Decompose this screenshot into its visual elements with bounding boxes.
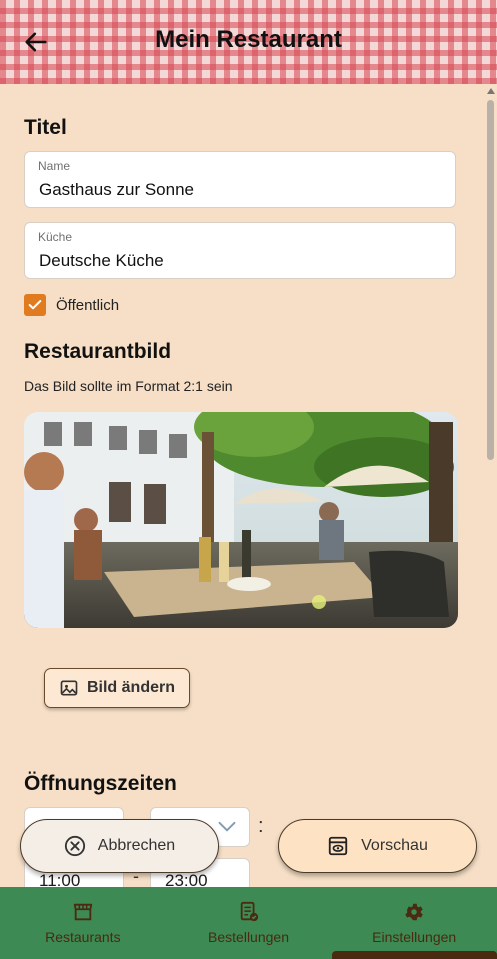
orders-icon	[240, 901, 258, 922]
public-checkbox-label: Öffentlich	[56, 296, 120, 314]
bottom-navigation: Restaurants Bestellungen Einstellungen	[0, 887, 497, 959]
name-field-label: Name	[38, 159, 71, 173]
section-title-restaurantbild: Restaurantbild	[24, 340, 172, 363]
nav-label-einstellungen: Einstellungen	[372, 929, 457, 945]
app-header: Mein Restaurant	[0, 0, 497, 84]
cancel-circle-icon	[64, 835, 85, 857]
name-field-value[interactable]: Gasthaus zur Sonne	[39, 180, 194, 200]
image-format-hint: Das Bild sollte im Format 2:1 sein	[24, 378, 233, 394]
public-checkbox-row[interactable]: Öffentlich	[24, 294, 119, 316]
nav-item-restaurants[interactable]: Restaurants	[0, 887, 166, 959]
public-checkbox[interactable]	[24, 294, 46, 316]
image-icon	[60, 680, 78, 696]
kueche-field-label: Küche	[38, 230, 73, 244]
page-title: Mein Restaurant	[155, 26, 342, 53]
preview-icon	[328, 836, 348, 856]
chevron-down-icon	[218, 821, 236, 832]
cancel-label: Abbrechen	[97, 837, 176, 854]
store-icon	[73, 903, 92, 921]
nav-active-indicator	[332, 951, 497, 959]
preview-button[interactable]: Vorschau	[278, 819, 477, 873]
check-icon	[28, 300, 42, 310]
section-title-oeffnungszeiten: Öffnungszeiten	[24, 772, 177, 795]
gear-icon	[405, 903, 423, 921]
kueche-field-value[interactable]: Deutsche Küche	[39, 251, 164, 271]
change-image-label: Bild ändern	[86, 679, 175, 696]
nav-item-einstellungen[interactable]: Einstellungen	[331, 887, 497, 959]
nav-item-bestellungen[interactable]: Bestellungen	[166, 887, 332, 959]
change-image-button[interactable]: Bild ändern	[44, 668, 190, 708]
nav-label-restaurants: Restaurants	[45, 929, 121, 945]
kueche-field[interactable]: Küche Deutsche Küche	[24, 222, 456, 279]
section-title-titel: Titel	[24, 116, 67, 139]
restaurant-image	[24, 412, 458, 628]
cancel-button[interactable]: Abbrechen	[20, 819, 219, 873]
scrollbar-thumb[interactable]	[487, 100, 494, 460]
nav-label-bestellungen: Bestellungen	[208, 929, 289, 945]
preview-label: Vorschau	[361, 837, 428, 854]
scroll-up-arrow[interactable]	[487, 88, 495, 94]
time-separator: :	[258, 815, 264, 837]
name-field[interactable]: Name Gasthaus zur Sonne	[24, 151, 456, 208]
